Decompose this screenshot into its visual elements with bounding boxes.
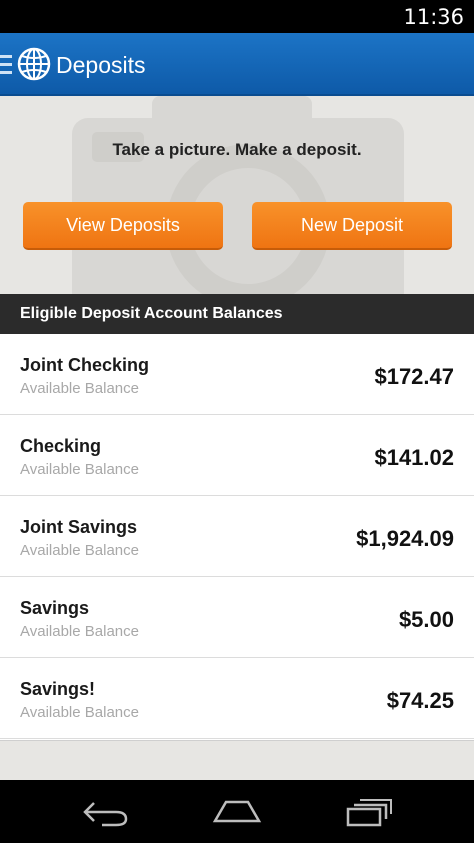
recent-apps-icon[interactable]: [344, 797, 394, 827]
account-subtitle: Available Balance: [20, 542, 139, 559]
system-nav-bar: [0, 780, 474, 843]
deposit-hero: Take a picture. Make a deposit. View Dep…: [0, 96, 474, 294]
status-time: 11:36: [403, 5, 464, 29]
app-bar: Deposits: [0, 33, 474, 96]
app-title: Deposits: [56, 52, 146, 78]
account-row-savings[interactable]: Savings Available Balance $5.00: [0, 577, 474, 658]
account-balance: $141.02: [374, 445, 454, 470]
account-subtitle: Available Balance: [20, 623, 139, 640]
account-balance: $74.25: [386, 688, 454, 713]
account-name: Savings: [20, 598, 90, 618]
hero-tagline: Take a picture. Make a deposit.: [112, 140, 362, 159]
account-subtitle: Available Balance: [20, 461, 139, 478]
back-icon[interactable]: [80, 797, 130, 827]
account-row-savings-2[interactable]: Savings! Available Balance $74.25: [0, 658, 474, 739]
account-balance: $1,924.09: [356, 526, 454, 551]
status-bar: 11:36: [0, 0, 474, 33]
hamburger-icon[interactable]: [0, 55, 12, 77]
account-name: Joint Savings: [20, 517, 138, 537]
account-row-joint-savings[interactable]: Joint Savings Available Balance $1,924.0…: [0, 496, 474, 577]
home-icon[interactable]: [212, 797, 262, 827]
globe-icon[interactable]: [17, 47, 51, 81]
account-name: Joint Checking: [20, 355, 150, 375]
account-name: Checking: [20, 436, 102, 456]
account-name: Savings!: [20, 679, 96, 699]
account-balance: $172.47: [374, 364, 454, 389]
camera-icon: [72, 96, 404, 294]
view-deposits-button[interactable]: View Deposits: [23, 202, 223, 250]
section-header: Eligible Deposit Account Balances: [0, 294, 474, 334]
footer-strip: [0, 740, 474, 780]
new-deposit-button[interactable]: New Deposit: [252, 202, 452, 250]
account-subtitle: Available Balance: [20, 704, 139, 721]
account-row-checking[interactable]: Checking Available Balance $141.02: [0, 415, 474, 496]
account-balance: $5.00: [398, 607, 454, 632]
account-list: Joint Checking Available Balance $172.47…: [0, 334, 474, 740]
account-row-joint-checking[interactable]: Joint Checking Available Balance $172.47: [0, 334, 474, 415]
account-subtitle: Available Balance: [20, 380, 139, 397]
